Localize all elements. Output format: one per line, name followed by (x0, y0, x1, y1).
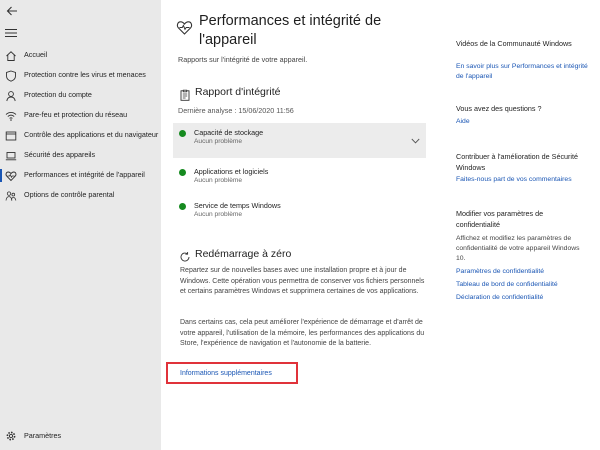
hamburger-menu-icon[interactable] (5, 28, 17, 38)
health-item-title: Service de temps Windows (194, 201, 281, 210)
sidebar-item-family-options[interactable]: Options de contrôle parental (0, 186, 161, 206)
sidebar-item-label: Performances et intégrité de l'appareil (24, 170, 145, 179)
family-icon (5, 191, 17, 201)
sidebar-item-label: Protection contre les virus et menaces (24, 70, 146, 79)
health-item-apps[interactable]: Applications et logiciels Aucun problème (173, 162, 426, 197)
sidebar-item-device-security[interactable]: Sécurité des appareils (0, 146, 161, 166)
selection-indicator (0, 169, 2, 182)
health-item-status: Aucun problème (194, 177, 243, 184)
more-info-link[interactable]: Informations supplémentaires (180, 370, 272, 377)
health-item-title: Applications et logiciels (194, 167, 269, 176)
sidebar-item-app-browser-control[interactable]: Contrôle des applications et du navigate… (0, 126, 161, 146)
person-icon (6, 91, 16, 102)
sidebar-item-account-protection[interactable]: Protection du compte (0, 86, 161, 106)
community-videos-link[interactable]: En savoir plus sur Performances et intég… (456, 62, 588, 82)
health-item-status: Aucun problème (194, 138, 243, 145)
sidebar-item-virus-protection[interactable]: Protection contre les virus et menaces (0, 66, 161, 86)
privacy-settings-link[interactable]: Paramètres de confidentialité (456, 267, 588, 277)
questions-heading: Vous avez des questions ? (456, 104, 542, 113)
shield-icon (6, 70, 16, 82)
check-icon (179, 130, 186, 137)
gear-icon (6, 431, 16, 441)
community-videos-heading: Vidéos de la Communauté Windows (456, 39, 572, 48)
health-item-title: Capacité de stockage (194, 128, 264, 137)
app-window-icon (5, 131, 17, 141)
health-item-time-service[interactable]: Service de temps Windows Aucun problème (173, 196, 426, 231)
clipboard-icon (180, 89, 190, 101)
heart-pulse-icon (5, 171, 17, 182)
fresh-start-paragraph-2: Dans certains cas, cela peut améliorer l… (180, 319, 425, 348)
sidebar-item-label: Contrôle des applications et du navigate… (24, 130, 159, 139)
improve-heading: Contribuer à l'amélioration de Sécurité … (456, 152, 579, 172)
sidebar-item-label: Options de contrôle parental (24, 190, 115, 199)
check-icon (179, 169, 186, 176)
heart-pulse-icon (176, 21, 193, 35)
sidebar-item-label: Protection du compte (24, 90, 92, 99)
health-item-storage[interactable]: Capacité de stockage Aucun problème (173, 123, 426, 158)
refresh-icon (180, 252, 190, 262)
privacy-dashboard-link[interactable]: Tableau de bord de confidentialité (456, 280, 588, 290)
sidebar-item-label: Accueil (24, 50, 48, 59)
sidebar: Accueil Protection contre les virus et m… (0, 0, 161, 450)
sidebar-item-label: Sécurité des appareils (24, 150, 96, 159)
fresh-start-paragraph-1: Repartez sur de nouvelles bases avec une… (180, 267, 425, 296)
back-arrow-icon[interactable] (5, 4, 19, 18)
privacy-statement-link[interactable]: Déclaration de confidentialité (456, 293, 588, 303)
sidebar-item-label: Pare-feu et protection du réseau (24, 110, 128, 119)
page-subtitle: Rapports sur l'intégrité de votre appare… (178, 55, 308, 64)
settings-label: Paramètres (24, 431, 62, 440)
sidebar-item-accueil[interactable]: Accueil (0, 46, 161, 66)
health-item-status: Aucun problème (194, 211, 243, 218)
help-link[interactable]: Aide (456, 117, 588, 127)
last-scan-date: Dernière analyse : 15/06/2020 11:56 (178, 106, 294, 115)
sidebar-item-firewall[interactable]: Pare-feu et protection du réseau (0, 106, 161, 126)
chevron-down-icon[interactable] (411, 138, 420, 144)
sidebar-item-settings[interactable]: Paramètres (0, 426, 161, 446)
feedback-link[interactable]: Faites-nous part de vos commentaires (456, 175, 588, 185)
privacy-heading: Modifier vos paramètres de confidentiali… (456, 209, 544, 229)
fresh-start-title: Redémarrage à zéro (195, 248, 292, 260)
laptop-icon (5, 152, 17, 161)
home-icon (6, 51, 16, 61)
sidebar-item-device-performance[interactable]: Performances et intégrité de l'appareil (0, 166, 161, 186)
check-icon (179, 203, 186, 210)
wifi-icon (5, 112, 17, 121)
privacy-description: Affichez et modifiez les paramètres de c… (456, 235, 580, 263)
page-title: Performances et intégrité de l'appareil (199, 13, 382, 48)
health-report-title: Rapport d'intégrité (195, 86, 281, 98)
